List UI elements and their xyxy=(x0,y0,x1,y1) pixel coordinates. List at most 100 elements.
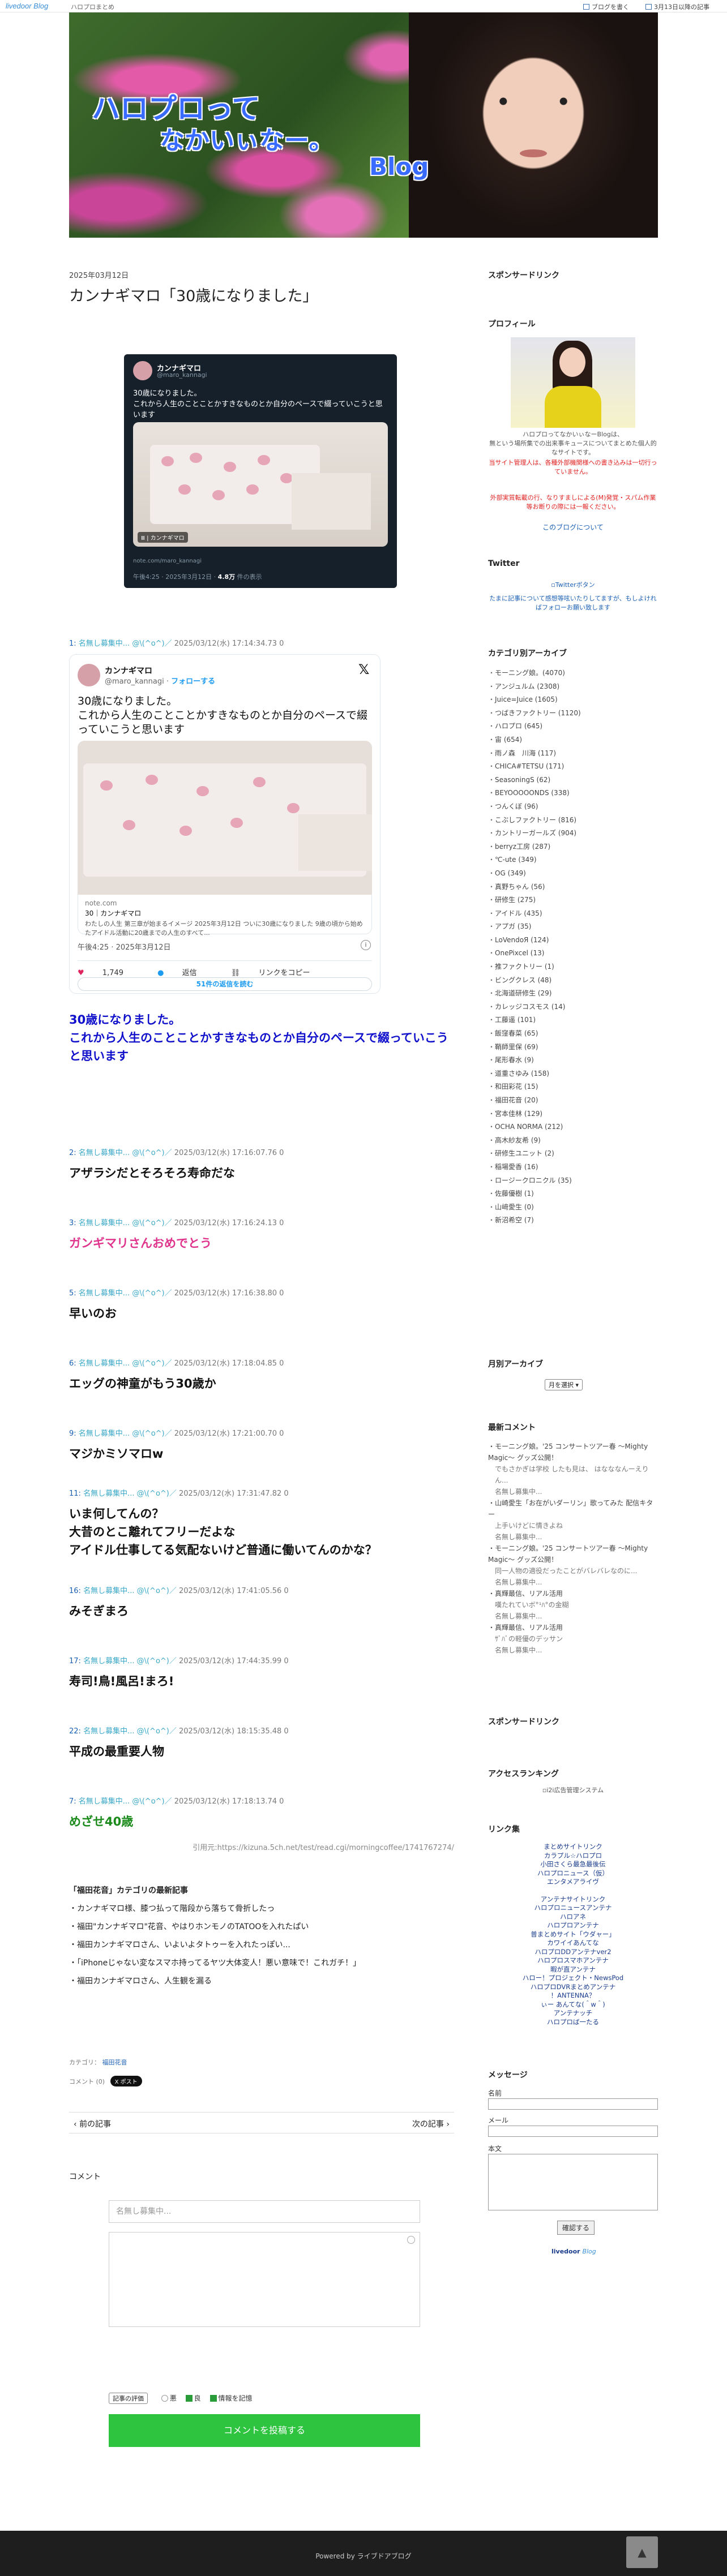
category-item[interactable]: 新沼希空 (7) xyxy=(488,1214,658,1227)
month-select[interactable]: 月を選択 ▾ xyxy=(545,1379,583,1390)
recent-comment[interactable]: ・真輝最信、リアル活用 ｻﾞﾊﾞの軽優のデッサン xyxy=(488,1622,658,1645)
category-item[interactable]: 尾形春水 (9) xyxy=(488,1054,658,1067)
category-item[interactable]: 宮本佳林 (129) xyxy=(488,1107,658,1121)
recent-comment-title[interactable]: ・モーニング娘。'25 コンサートツアー春 ～Mighty Magic～ グッズ… xyxy=(488,1441,658,1463)
category-link[interactable]: 福田花音 xyxy=(102,2059,127,2066)
embed-author-name[interactable]: カンナギマロ xyxy=(105,665,152,676)
recent-comment[interactable]: ・山崎愛生「お在がいダーリン」歌ってみた 配信キター 上手いけどに情きよね xyxy=(488,1497,658,1531)
sidebar-link[interactable]: ！ANTENNA？ xyxy=(488,1991,658,2000)
twitter-follow-button[interactable]: ▫Twitterボタン xyxy=(488,581,658,590)
category-item[interactable]: ロージークロニクル (35) xyxy=(488,1174,658,1188)
recent-comment[interactable]: 名無し募集中... xyxy=(488,1645,658,1656)
category-item[interactable]: SeasoningS (62) xyxy=(488,774,658,787)
recent-comment[interactable]: 名無し募集中... xyxy=(488,1486,658,1497)
sidebar-link[interactable]: ハロプロDDアンテナver2 xyxy=(488,1948,658,1957)
sidebar-link[interactable]: ハロプロDVRまとめアンテナ xyxy=(488,1983,658,1992)
recent-comment[interactable]: 名無し募集中... xyxy=(488,1611,658,1622)
recent-comment[interactable]: ・真輝最信、リアル活用 嘆たれていボ°¹ﾊ°の金糊 xyxy=(488,1588,658,1611)
category-item[interactable]: アイドル (435) xyxy=(488,907,658,921)
category-item[interactable]: 工藤遥 (101) xyxy=(488,1014,658,1027)
embed-photo[interactable] xyxy=(78,741,372,895)
sidebar-link[interactable]: 小田さくら最急最後伝 xyxy=(488,1860,658,1869)
write-blog-link[interactable]: ブログを書く xyxy=(583,2,629,11)
remember-checkbox[interactable]: 情報を記憶 xyxy=(209,2394,253,2402)
x-post-button[interactable]: X ポスト xyxy=(110,2076,142,2086)
read-replies-button[interactable]: 51件の返信を読む xyxy=(78,977,372,991)
category-item[interactable]: 稲場愛香 (16) xyxy=(488,1161,658,1174)
rating-select[interactable]: 記事の評価 xyxy=(109,2393,148,2404)
comment-name-input[interactable]: 名無し募集中... xyxy=(109,2200,420,2223)
sidebar-link[interactable]: カラプル☆ハロプロ xyxy=(488,1852,658,1861)
category-item[interactable]: 高木紗友希 (9) xyxy=(488,1134,658,1148)
livedoor-blog-logo[interactable]: livedoor Blog xyxy=(6,2,48,10)
sidebar-link[interactable]: ハロー！プロジェクト・NewsPod xyxy=(488,1974,658,1983)
category-item[interactable]: CHICA#TETSU (171) xyxy=(488,760,658,774)
livedoor-logo[interactable]: livedoor Blog xyxy=(551,2248,596,2255)
submit-comment-button[interactable]: コメントを投稿する xyxy=(109,2414,420,2447)
sidebar-link[interactable]: まとめサイトリンク xyxy=(488,1843,658,1852)
category-item[interactable]: ℃-ute (349) xyxy=(488,853,658,867)
sidebar-link[interactable]: アンテナッチ xyxy=(488,2009,658,2018)
related-item[interactable]: 福田カンナギマロさん、いよいよタトゥーを入れたっぽい... xyxy=(69,1939,454,1950)
good-radio[interactable]: 悪 xyxy=(161,2394,177,2402)
good-check[interactable]: 良 xyxy=(185,2394,201,2402)
category-item[interactable]: 山﨑愛生 (0) xyxy=(488,1201,658,1214)
powered-by[interactable]: Powered by ライブドアブログ xyxy=(0,2551,727,2561)
sidebar-link[interactable]: ハロプロスマホアンテナ xyxy=(488,1956,658,1965)
category-item[interactable]: OG (349) xyxy=(488,867,658,881)
copy-link-button[interactable]: ⛓ リンクをコピー xyxy=(231,969,326,977)
access-ranking-image[interactable]: ▫i2i広告管理システム xyxy=(488,1786,658,1795)
category-item[interactable]: 和田彩花 (15) xyxy=(488,1080,658,1094)
scroll-top-button[interactable]: ▲ xyxy=(626,2536,658,2568)
recent-comment[interactable]: 名無し募集中... xyxy=(488,1531,658,1543)
recent-comment[interactable]: ・モーニング娘。'25 コンサートツアー春 ～Mighty Magic～ グッズ… xyxy=(488,1543,658,1577)
message-name-input[interactable] xyxy=(488,2098,658,2110)
category-item[interactable]: こぶしファクトリー (816) xyxy=(488,814,658,827)
category-item[interactable]: 研修生 (275) xyxy=(488,894,658,907)
sidebar-link[interactable]: ハロプロニュースアンテナ xyxy=(488,1904,658,1913)
prev-post-link[interactable]: ‹ 前の記事 xyxy=(74,2118,111,2130)
message-mail-input[interactable] xyxy=(488,2126,658,2137)
next-post-link[interactable]: 次の記事 › xyxy=(412,2118,450,2130)
category-item[interactable]: ハロプロ (645) xyxy=(488,720,658,733)
sidebar-link[interactable]: 普まとめサイト「ウダャー」 xyxy=(488,1930,658,1939)
category-item[interactable]: 宙 (654) xyxy=(488,733,658,747)
like-button[interactable]: ♥ 1,749 xyxy=(78,969,139,977)
sidebar-link[interactable]: ハロプロアンテナ xyxy=(488,1921,658,1930)
message-confirm-button[interactable]: 確認する xyxy=(557,2221,595,2235)
site-name-link[interactable]: ハロプロまとめ xyxy=(71,2,114,11)
emoji-icon[interactable] xyxy=(407,2236,415,2244)
related-item[interactable]: 福田カンナギマロさん、人生観を漏る xyxy=(69,1975,454,1986)
reply-button[interactable]: ● 返信 xyxy=(157,969,213,977)
category-item[interactable]: 研修生ユニット (2) xyxy=(488,1147,658,1161)
sidebar-link[interactable]: ハロアネ xyxy=(488,1913,658,1922)
category-item[interactable]: 佐藤優樹 (1) xyxy=(488,1187,658,1201)
category-item[interactable]: 北海道研修生 (29) xyxy=(488,987,658,1001)
category-item[interactable]: つばきファクトリー (1120) xyxy=(488,707,658,720)
category-item[interactable]: 道重さゆみ (158) xyxy=(488,1067,658,1081)
header-banner[interactable]: ハロプロって なかいぃなー。 Blog xyxy=(69,12,658,238)
recent-comment-title[interactable]: ・真輝最信、リアル活用 xyxy=(488,1622,658,1633)
latest-posts-link[interactable]: 3月13日以降の記事 xyxy=(645,2,709,11)
recent-comment-title[interactable]: ・山崎愛生「お在がいダーリン」歌ってみた 配信キター xyxy=(488,1497,658,1520)
sidebar-link[interactable]: 暇が直アンテナ xyxy=(488,1965,658,1974)
category-item[interactable]: 福田花音 (20) xyxy=(488,1094,658,1107)
category-item[interactable]: OCHA NORMA (212) xyxy=(488,1120,658,1134)
category-item[interactable]: Juice=Juice (1605) xyxy=(488,693,658,707)
category-item[interactable]: 推ファクトリー (1) xyxy=(488,960,658,974)
sidebar-link[interactable]: ハロプロニュース（仮） xyxy=(488,1869,658,1878)
category-item[interactable]: 雨ノ森 川海 (117) xyxy=(488,747,658,761)
related-item[interactable]: 福田"カンナギマロ"花音、やはりホンモノのTATOOを入れたぱい xyxy=(69,1921,454,1932)
category-item[interactable]: OnePixcel (13) xyxy=(488,947,658,960)
category-item[interactable]: berryz工房 (287) xyxy=(488,840,658,854)
category-item[interactable]: ビングクレス (48) xyxy=(488,974,658,988)
category-item[interactable]: 鞘師里保 (69) xyxy=(488,1041,658,1054)
follow-link[interactable]: フォローする xyxy=(171,677,215,686)
comment-body-textarea[interactable] xyxy=(109,2232,420,2327)
sidebar-link[interactable]: ぃー あんてな(＾w＾) xyxy=(488,2000,658,2010)
category-item[interactable]: カントリーガールズ (904) xyxy=(488,827,658,840)
category-item[interactable]: アプガ (35) xyxy=(488,920,658,934)
recent-comment-title[interactable]: ・モーニング娘。'25 コンサートツアー春 ～Mighty Magic～ グッズ… xyxy=(488,1543,658,1565)
related-item[interactable]: 「iPhoneじゃない変なスマホ持ってるヤツ大体変人！悪い意味で！これガチ！」 xyxy=(69,1957,454,1968)
sidebar-link[interactable]: エンタメアライヴ xyxy=(488,1878,658,1887)
